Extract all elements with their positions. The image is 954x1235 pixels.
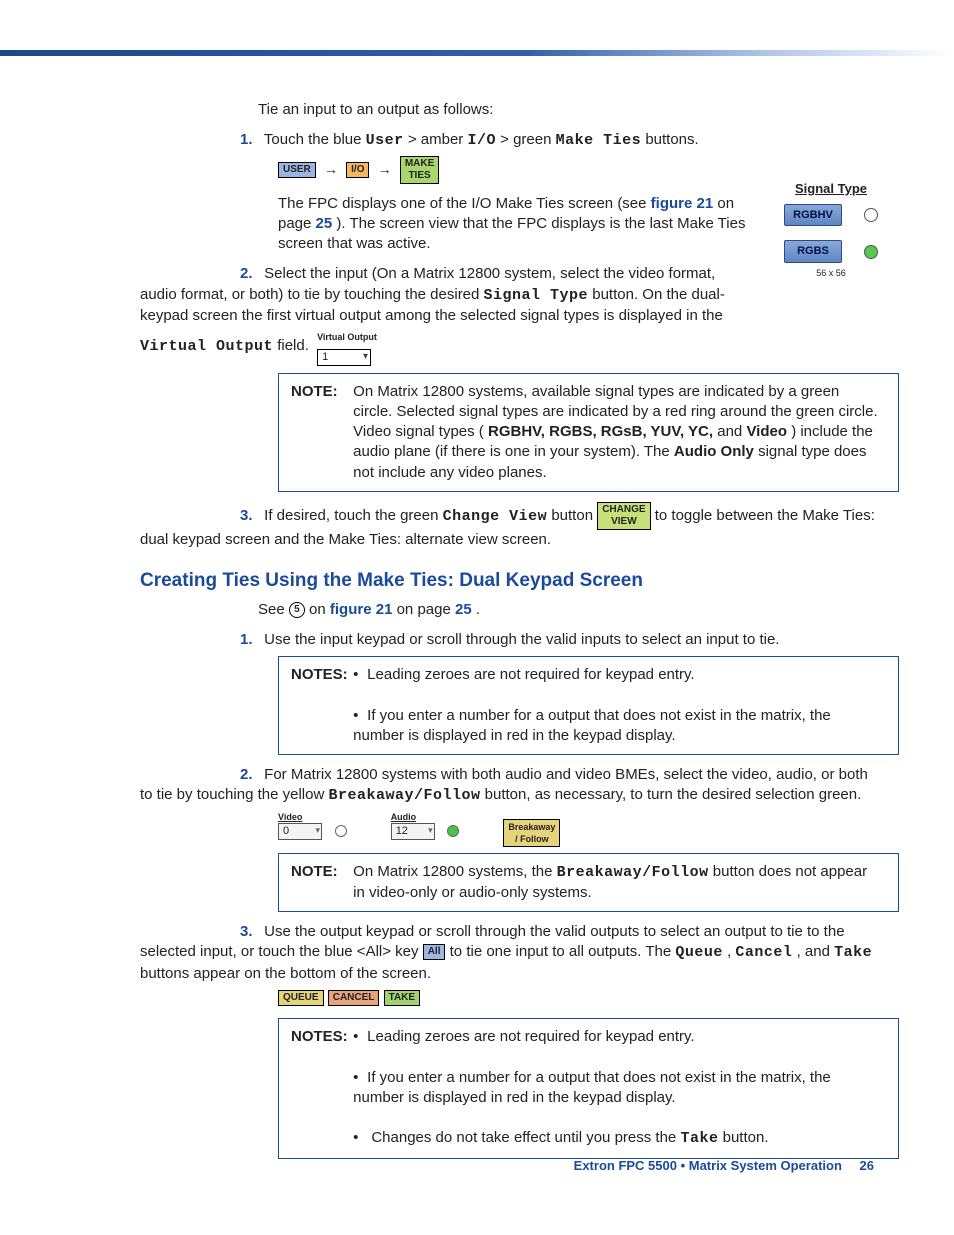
step-3: 3. If desired, touch the green Change Vi… [140, 502, 878, 550]
bottom-buttons: QUEUE CANCEL TAKE [278, 988, 878, 1008]
step-number: 2. [240, 264, 258, 284]
audio-circle [447, 825, 459, 837]
circled-number-icon: 5 [289, 602, 305, 618]
intro-text: Tie an input to an output as follows: [258, 100, 878, 120]
make-ties-button[interactable]: MAKE TIES [400, 156, 439, 184]
page-top-accent [0, 50, 954, 56]
breakaway-follow-button[interactable]: Breakaway / Follow [503, 819, 560, 847]
video-field[interactable]: 0 [278, 823, 322, 840]
note-box-signal: NOTE: On Matrix 12800 systems, available… [278, 373, 899, 492]
virtual-output-widget: Virtual Output 1 [317, 326, 377, 367]
step-number: 3. [240, 506, 258, 526]
note-box-c: NOTE: On Matrix 12800 systems, the Break… [278, 853, 899, 913]
step-number: 1. [240, 130, 258, 150]
step-1-after: The FPC displays one of the I/O Make Tie… [278, 194, 758, 255]
change-view-button[interactable]: CHANGE VIEW [597, 502, 650, 530]
av-widget: Video 0 Audio 12 Breakaway / Follow [278, 811, 878, 847]
signal-size: 56 x 56 [784, 267, 878, 279]
see-ref: See 5 on figure 21 on page 25 . [258, 600, 878, 620]
rgbhv-button[interactable]: RGBHV [784, 204, 842, 227]
status-circle [864, 208, 878, 222]
video-circle [335, 825, 347, 837]
dstep-2: 2. For Matrix 12800 systems with both au… [140, 765, 878, 807]
step-1: 1. Touch the blue User > amber I/O > gre… [140, 130, 878, 151]
step-2: 2. Select the input (On a Matrix 12800 s… [140, 264, 740, 366]
dstep-3: 3. Use the output keypad or scroll throu… [140, 922, 878, 984]
document-body: Tie an input to an output as follows: 1.… [140, 100, 878, 1169]
audio-field[interactable]: 12 [391, 823, 435, 840]
virtual-output-field[interactable]: 1 [317, 349, 371, 366]
notes-box-b: NOTES: •Leading zeroes are not required … [278, 656, 899, 755]
dstep-1: 1. Use the input keypad or scroll throug… [140, 630, 878, 650]
user-button[interactable]: USER [278, 162, 316, 178]
signal-type-title: Signal Type [784, 180, 878, 198]
rgbs-button[interactable]: RGBS [784, 240, 842, 263]
queue-button[interactable]: QUEUE [278, 990, 324, 1006]
io-button[interactable]: I/O [346, 162, 369, 178]
cancel-button[interactable]: CANCEL [328, 990, 380, 1006]
notes-box-d: NOTES: •Leading zeroes are not required … [278, 1018, 899, 1159]
arrow-icon: → [378, 161, 392, 177]
status-circle-green [864, 245, 878, 259]
signal-type-widget: Signal Type RGBHV RGBS 56 x 56 [784, 180, 878, 279]
all-button[interactable]: All [423, 944, 446, 960]
arrow-icon: → [324, 161, 338, 177]
take-button[interactable]: TAKE [384, 990, 420, 1006]
page-footer: Extron FPC 5500 • Matrix System Operatio… [574, 1157, 874, 1175]
section-heading: Creating Ties Using the Make Ties: Dual … [140, 568, 878, 594]
